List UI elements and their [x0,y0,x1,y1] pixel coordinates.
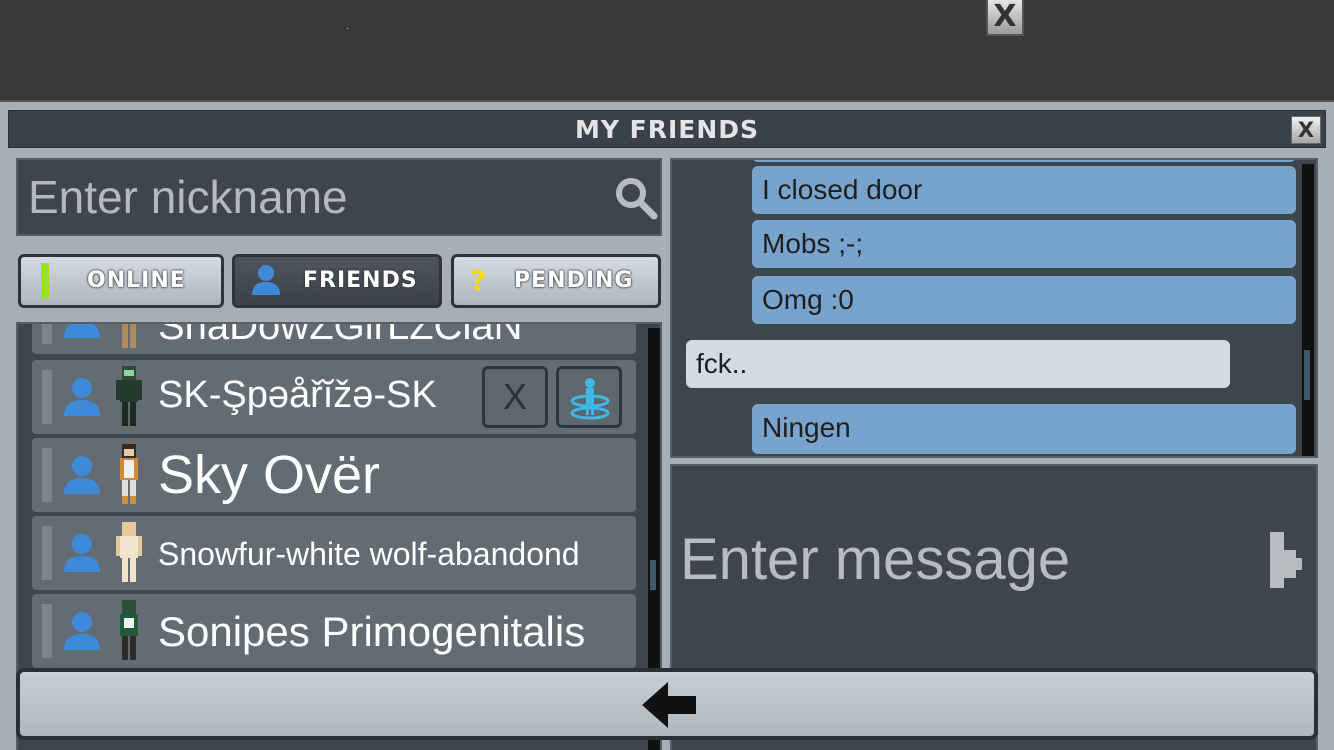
tab-online-label: ONLINE [87,268,186,293]
player-skin-avatar [122,324,136,348]
chat-message: Mobs ;-; [752,220,1296,268]
friend-row[interactable]: Sky Ovër [32,438,636,512]
drag-handle[interactable] [42,370,52,424]
person-icon [64,456,100,494]
search-icon[interactable] [614,176,658,220]
player-skin-avatar [116,366,142,426]
player-skin-avatar [120,600,138,660]
friend-name: SK-Şpəåřĭžə-SK [158,374,437,416]
decorative-dot [347,28,348,29]
search-box [16,158,662,236]
chat-message: Ningen [752,404,1296,454]
teleport-icon [570,378,610,420]
friends-window: MY FRIENDS X ONLINE FRIENDS ? PENDING [0,100,1334,750]
friend-name: ShaDowZGirLZClaN [158,322,523,348]
friend-row[interactable]: Sonipes Primogenitalis [32,594,636,668]
top-bar: X [0,0,1334,100]
back-button[interactable] [16,668,1318,740]
title-bar: MY FRIENDS X [8,110,1326,148]
chat-scrollbar[interactable] [1302,164,1314,456]
back-arrow-icon [642,682,696,728]
friend-name: Sky Ovër [158,445,381,505]
chat-message: Omg :0 [752,276,1296,324]
drag-handle[interactable] [42,526,52,580]
person-icon [252,265,280,295]
friends-scroll-thumb[interactable] [650,560,656,590]
teleport-button[interactable] [556,366,622,428]
question-icon: ? [470,264,488,297]
friend-row-selected[interactable]: SK-Şpəåřĭžə-SK X [32,360,636,434]
player-skin-avatar [120,444,138,504]
chat-message-partial [752,160,1296,162]
friend-row[interactable]: Snowfur-white wolf-abandond [32,516,636,590]
chat-scroll-thumb[interactable] [1304,350,1310,400]
person-icon [64,324,100,338]
tab-online[interactable]: ONLINE [18,254,224,308]
person-icon [64,378,100,416]
remove-friend-button[interactable]: X [482,366,548,428]
friend-name: Snowfur-white wolf-abandond [158,536,580,572]
tab-pending-label: PENDING [514,268,634,293]
online-indicator-icon [41,263,49,299]
chat-message: I closed door [752,166,1296,214]
tab-friends-label: FRIENDS [303,268,418,293]
friend-name: Sonipes Primogenitalis [158,608,586,655]
drag-handle[interactable] [42,448,52,502]
message-input[interactable] [680,520,1240,598]
drag-handle[interactable] [42,324,52,344]
nickname-search-input[interactable] [28,166,588,228]
drag-handle[interactable] [42,604,52,658]
friend-row[interactable]: ShaDowZGirLZClaN [32,322,636,354]
chat-message: fck.. [686,340,1230,388]
tab-friends[interactable]: FRIENDS [232,254,442,308]
tab-pending[interactable]: ? PENDING [451,254,661,308]
person-icon [64,612,100,650]
window-close-button[interactable]: X [1291,116,1321,144]
chat-messages-panel[interactable]: I closed door Mobs ;-; Omg :0 fck.. Ning… [670,158,1318,458]
top-close-button[interactable]: X [986,0,1024,36]
send-icon[interactable] [1266,530,1306,590]
person-icon [64,534,100,572]
player-skin-avatar [116,522,142,582]
window-title: MY FRIENDS [574,115,760,144]
